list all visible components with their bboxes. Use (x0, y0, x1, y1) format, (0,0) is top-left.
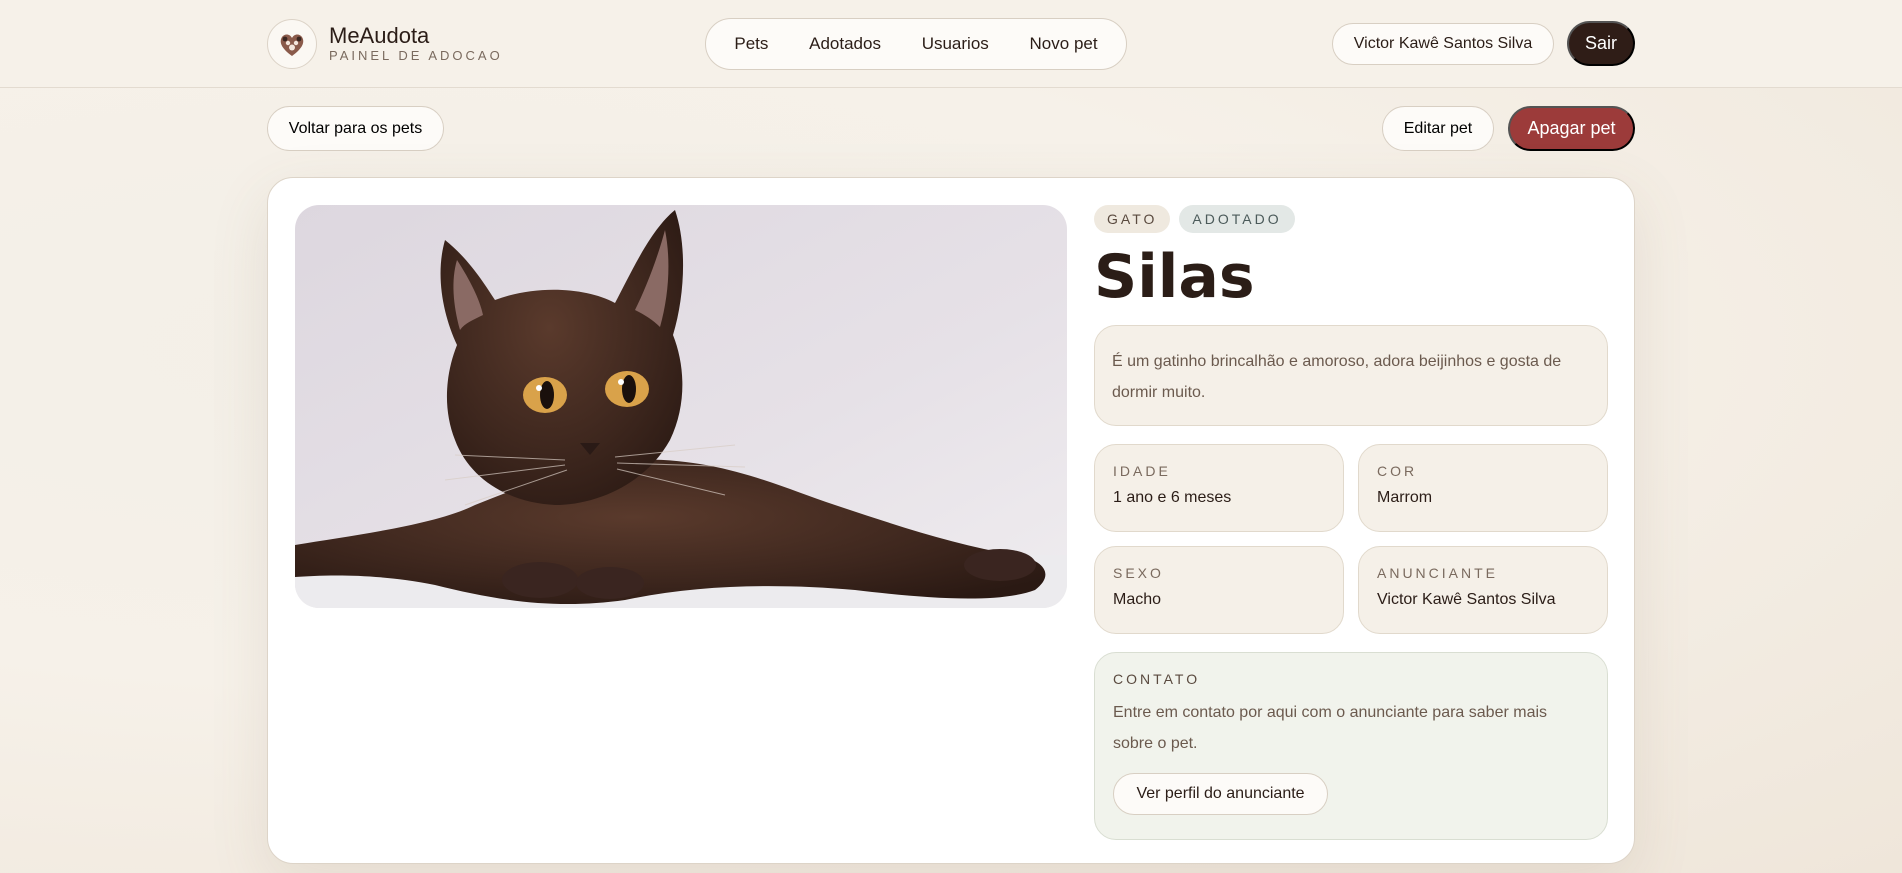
field-label: COR (1377, 463, 1418, 479)
brand[interactable]: MeAudota PAINEL DE ADOCAO (267, 19, 503, 69)
pet-detail-card: GATO ADOTADO Silas É um gatinho brincalh… (267, 177, 1635, 864)
paw-heart-icon (267, 19, 317, 69)
field-age: IDADE 1 ano e 6 meses (1094, 444, 1344, 532)
nav-item-novo-pet[interactable]: Novo pet (1016, 28, 1112, 60)
contact-section: CONTATO Entre em contato por aqui com o … (1094, 652, 1608, 840)
view-advertiser-profile-button[interactable]: Ver perfil do anunciante (1113, 773, 1328, 815)
species-badge: GATO (1094, 205, 1171, 233)
pet-info: GATO ADOTADO Silas É um gatinho brincalh… (1094, 205, 1608, 840)
pet-tags: GATO ADOTADO (1094, 205, 1608, 233)
field-value: Macho (1113, 591, 1162, 608)
pet-photo (295, 205, 1067, 608)
field-value: Victor Kawê Santos Silva (1377, 591, 1556, 608)
pet-name: Silas (1094, 242, 1255, 312)
brand-name: MeAudota (329, 23, 430, 48)
nav-item-adotados[interactable]: Adotados (795, 28, 895, 60)
field-value: 1 ano e 6 meses (1113, 489, 1232, 506)
field-value: Marrom (1377, 489, 1433, 506)
contact-text: Entre em contato por aqui com o anuncian… (1113, 704, 1548, 752)
field-color: COR Marrom (1358, 444, 1608, 532)
main-nav: Pets Adotados Usuarios Novo pet (705, 18, 1127, 70)
edit-pet-button[interactable]: Editar pet (1382, 106, 1494, 151)
pet-description: É um gatinho brincalhão e amoroso, adora… (1094, 325, 1608, 426)
top-navbar: MeAudota PAINEL DE ADOCAO Pets Adotados … (0, 0, 1902, 88)
status-badge: ADOTADO (1179, 205, 1295, 233)
delete-pet-button[interactable]: Apagar pet (1508, 106, 1635, 151)
field-label: ANUNCIANTE (1377, 565, 1499, 581)
nav-item-usuarios[interactable]: Usuarios (908, 28, 1003, 60)
logout-button[interactable]: Sair (1567, 21, 1635, 66)
nav-item-pets[interactable]: Pets (720, 28, 782, 60)
field-advertiser: ANUNCIANTE Victor Kawê Santos Silva (1358, 546, 1608, 634)
field-label: SEXO (1113, 565, 1164, 581)
user-profile-button[interactable]: Victor Kawê Santos Silva (1332, 23, 1554, 65)
field-label: IDADE (1113, 463, 1171, 479)
field-sex: SEXO Macho (1094, 546, 1344, 634)
contact-label: CONTATO (1113, 671, 1201, 687)
brand-subtitle: PAINEL DE ADOCAO (329, 48, 503, 63)
pet-fields: IDADE 1 ano e 6 meses COR Marrom SEXO Ma… (1094, 444, 1608, 634)
back-to-pets-button[interactable]: Voltar para os pets (267, 106, 444, 151)
